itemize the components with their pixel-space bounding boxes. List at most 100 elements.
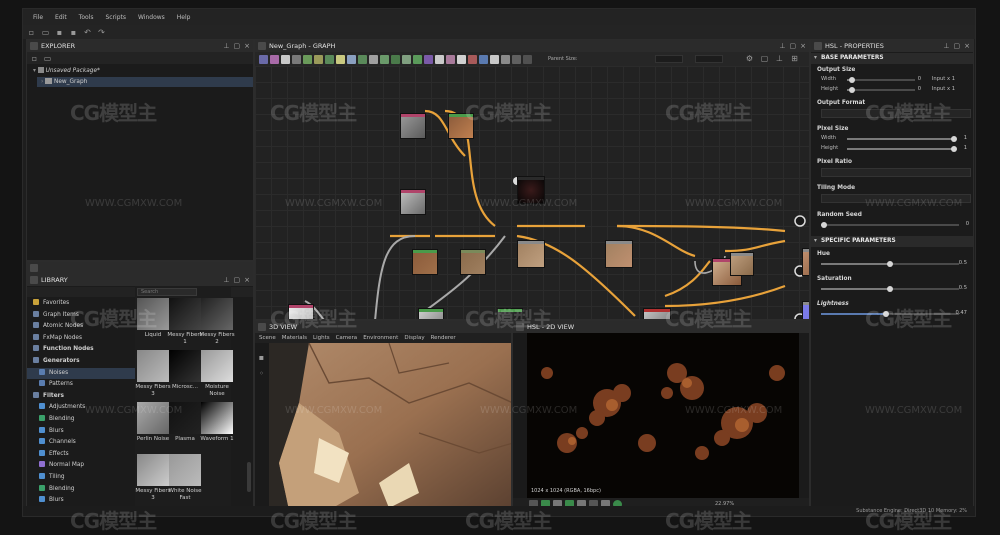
- pin-icon[interactable]: ⊥: [223, 40, 229, 52]
- camera-icon[interactable]: ▪: [257, 353, 266, 362]
- saturation-slider[interactable]: [821, 286, 959, 292]
- node-shape[interactable]: [288, 304, 314, 319]
- output-format-dropdown[interactable]: [821, 109, 971, 118]
- node-btn-1-icon[interactable]: [259, 54, 268, 64]
- library-thumbnail[interactable]: [137, 402, 169, 434]
- hue-slider[interactable]: [821, 261, 959, 267]
- library-thumbnail[interactable]: [169, 298, 201, 330]
- node-noise-1[interactable]: [400, 113, 426, 139]
- library-category-item[interactable]: Tiling: [27, 472, 135, 483]
- node-btn-21-icon[interactable]: [479, 54, 488, 64]
- menu-tools[interactable]: Tools: [79, 14, 94, 21]
- node-btn-24-icon[interactable]: [512, 54, 521, 64]
- node-btn-9-icon[interactable]: [347, 54, 356, 64]
- open-folder-icon[interactable]: ▭: [41, 28, 50, 37]
- pin-graph-icon[interactable]: ⊥: [775, 54, 784, 63]
- width-slider[interactable]: [847, 77, 915, 83]
- folder-icon[interactable]: ▭: [43, 54, 52, 63]
- close-icon[interactable]: ×: [244, 40, 250, 52]
- specific-parameters-section[interactable]: ▾ SPECIFIC PARAMETERS: [811, 236, 973, 247]
- graph-canvas[interactable]: [255, 66, 809, 319]
- saturation-value[interactable]: 0.5: [951, 285, 967, 291]
- view3d-viewport[interactable]: [269, 343, 511, 508]
- pixel-ratio-dropdown[interactable]: [821, 168, 971, 177]
- tab-camera[interactable]: Camera: [336, 335, 358, 341]
- pin-icon[interactable]: ⊥: [779, 40, 785, 52]
- node-color-2[interactable]: [412, 249, 438, 275]
- node-btn-11-icon[interactable]: [369, 54, 378, 64]
- library-category-item[interactable]: Patterns: [27, 379, 135, 390]
- new-file-icon[interactable]: ▫: [27, 28, 36, 37]
- library-category-item[interactable]: Generators: [27, 356, 135, 367]
- collapse-icon[interactable]: ▾: [814, 236, 817, 247]
- library-thumbnail[interactable]: [169, 454, 201, 486]
- pin-icon[interactable]: ⊥: [223, 274, 229, 286]
- close-icon[interactable]: ×: [244, 274, 250, 286]
- pixel-width-slider[interactable]: [847, 136, 957, 142]
- height-slider[interactable]: [847, 87, 915, 93]
- library-scrollbar[interactable]: [247, 462, 251, 492]
- node-noise-3[interactable]: [418, 308, 444, 319]
- library-category-item[interactable]: Adjustments: [27, 402, 135, 413]
- library-thumbnail[interactable]: [201, 402, 233, 434]
- library-thumbnail[interactable]: [201, 298, 233, 330]
- node-btn-22-icon[interactable]: [490, 54, 499, 64]
- library-thumbnail[interactable]: [137, 454, 169, 486]
- library-category-item[interactable]: Graph Items: [27, 310, 135, 321]
- library-category-item[interactable]: Noises: [27, 367, 135, 379]
- menu-scripts[interactable]: Scripts: [105, 14, 126, 21]
- close-icon[interactable]: ×: [964, 40, 970, 52]
- node-btn-2-icon[interactable]: [270, 54, 279, 64]
- node-btn-17-icon[interactable]: [435, 54, 444, 64]
- node-btn-16-icon[interactable]: [424, 54, 433, 64]
- node-btn-15-icon[interactable]: [413, 54, 422, 64]
- height-input[interactable]: Input x 1: [925, 86, 955, 92]
- library-search-input[interactable]: Search: [137, 288, 197, 296]
- library-category-item[interactable]: Normal Map: [27, 460, 135, 471]
- menu-windows[interactable]: Windows: [138, 14, 165, 21]
- node-btn-4-icon[interactable]: [292, 54, 301, 64]
- save-icon[interactable]: ▪: [55, 28, 64, 37]
- node-btn-13-icon[interactable]: [391, 54, 400, 64]
- tab-renderer[interactable]: Renderer: [431, 335, 456, 341]
- node-noise-2[interactable]: [400, 189, 426, 215]
- library-thumbnail[interactable]: [201, 350, 233, 382]
- hue-value[interactable]: 0.5: [951, 260, 967, 266]
- library-category-item[interactable]: FxMap Nodes: [27, 333, 135, 344]
- float-icon[interactable]: ▢: [954, 40, 961, 52]
- collapse-icon[interactable]: ▾: [814, 53, 817, 64]
- library-thumbnail[interactable]: [137, 298, 169, 330]
- menu-edit[interactable]: Edit: [55, 14, 67, 21]
- float-icon[interactable]: ▢: [234, 274, 241, 286]
- node-btn-12-icon[interactable]: [380, 54, 389, 64]
- library-category-item[interactable]: Favorites: [27, 298, 135, 309]
- parent-size-dropdown[interactable]: [655, 55, 683, 63]
- save-all-icon[interactable]: ▪: [69, 28, 78, 37]
- menu-help[interactable]: Help: [177, 14, 191, 21]
- tiling-mode-dropdown[interactable]: [821, 194, 971, 203]
- pixel-width-value[interactable]: 1: [957, 135, 967, 141]
- library-thumbnail[interactable]: [169, 350, 201, 382]
- library-category-item[interactable]: Filters: [27, 391, 135, 402]
- frame-icon[interactable]: ▢: [760, 54, 769, 63]
- height-value[interactable]: 0: [911, 86, 921, 92]
- node-noise-4[interactable]: [497, 308, 523, 319]
- output-size-dropdown[interactable]: [695, 55, 723, 63]
- tab-materials[interactable]: Materials: [282, 335, 307, 341]
- node-blend-2[interactable]: [605, 240, 633, 268]
- node-blend-4[interactable]: [730, 252, 754, 276]
- undo-icon[interactable]: ↶: [83, 28, 92, 37]
- library-category-item[interactable]: Atomic Nodes: [27, 321, 135, 332]
- close-icon[interactable]: ×: [800, 40, 806, 52]
- pixel-height-slider[interactable]: [847, 146, 957, 152]
- node-output-albedo[interactable]: [802, 248, 809, 276]
- width-value[interactable]: 0: [911, 76, 921, 82]
- random-seed-value[interactable]: 0: [959, 221, 969, 227]
- node-btn-7-icon[interactable]: [325, 54, 334, 64]
- node-btn-19-icon[interactable]: [457, 54, 466, 64]
- library-category-item[interactable]: Function Nodes: [27, 344, 135, 355]
- node-btn-23-icon[interactable]: [501, 54, 510, 64]
- node-btn-6-icon[interactable]: [314, 54, 323, 64]
- random-seed-slider[interactable]: [821, 222, 959, 228]
- node-btn-14-icon[interactable]: [402, 54, 411, 64]
